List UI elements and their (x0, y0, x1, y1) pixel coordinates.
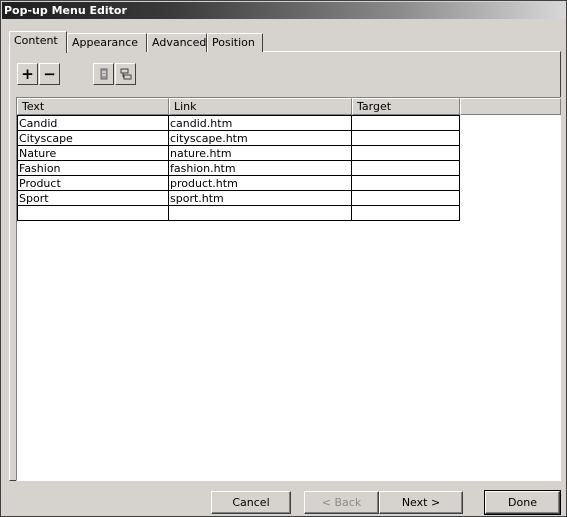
cell-text[interactable]: Product (17, 175, 169, 191)
cell-link[interactable]: cityscape.htm (168, 130, 352, 146)
tab-advanced[interactable]: Advanced (147, 33, 207, 52)
remove-item-button[interactable]: − (39, 63, 60, 85)
popup-menu-editor-window: Pop-up Menu Editor Content Appearance Ad… (0, 0, 567, 517)
cell-target[interactable] (351, 115, 460, 131)
cell-text[interactable]: Candid (17, 115, 169, 131)
cell-link[interactable]: candid.htm (168, 115, 352, 131)
add-item-button[interactable]: + (17, 63, 38, 85)
indent-icon (100, 68, 107, 80)
cell-target[interactable] (351, 145, 460, 161)
cell-link[interactable]: product.htm (168, 175, 352, 191)
cell-text[interactable]: Cityscape (17, 130, 169, 146)
table-row[interactable]: Product product.htm (17, 175, 460, 191)
tab-position[interactable]: Position (207, 33, 263, 52)
cell-link[interactable]: fashion.htm (168, 160, 352, 176)
column-header-text[interactable]: Text (17, 98, 169, 115)
cell-text[interactable] (17, 205, 169, 221)
cell-target[interactable] (351, 130, 460, 146)
table-row[interactable]: Fashion fashion.htm (17, 160, 460, 176)
cancel-button[interactable]: Cancel (211, 491, 291, 514)
cell-text[interactable]: Fashion (17, 160, 169, 176)
window-title: Pop-up Menu Editor (2, 2, 566, 19)
cell-link[interactable]: sport.htm (168, 190, 352, 206)
cell-text[interactable]: Nature (17, 145, 169, 161)
indent-item-button[interactable] (93, 63, 114, 85)
cell-text[interactable]: Sport (17, 190, 169, 206)
column-header-filler (460, 98, 561, 115)
done-button[interactable]: Done (484, 490, 561, 515)
tab-appearance[interactable]: Appearance (67, 33, 147, 52)
grid-rows: Candid candid.htm Cityscape cityscape.ht… (17, 115, 460, 221)
table-row[interactable]: Nature nature.htm (17, 145, 460, 161)
outdent-item-button[interactable] (115, 63, 136, 85)
next-button[interactable]: Next > (379, 491, 463, 514)
cell-target[interactable] (351, 175, 460, 191)
cell-target[interactable] (351, 190, 460, 206)
table-row[interactable]: Candid candid.htm (17, 115, 460, 131)
column-header-link[interactable]: Link (169, 98, 352, 115)
table-row[interactable]: Sport sport.htm (17, 190, 460, 206)
cell-target[interactable] (351, 205, 460, 221)
cell-link[interactable]: nature.htm (168, 145, 352, 161)
cell-link[interactable] (168, 205, 352, 221)
cell-target[interactable] (351, 160, 460, 176)
outdent-icon (120, 68, 131, 80)
menu-items-grid[interactable]: Text Link Target Candid candid.htm Citys… (16, 97, 561, 481)
column-header-target[interactable]: Target (352, 98, 460, 115)
back-button[interactable]: < Back (304, 491, 379, 514)
table-row-empty[interactable] (17, 205, 460, 221)
table-row[interactable]: Cityscape cityscape.htm (17, 130, 460, 146)
tab-content[interactable]: Content (9, 31, 67, 53)
